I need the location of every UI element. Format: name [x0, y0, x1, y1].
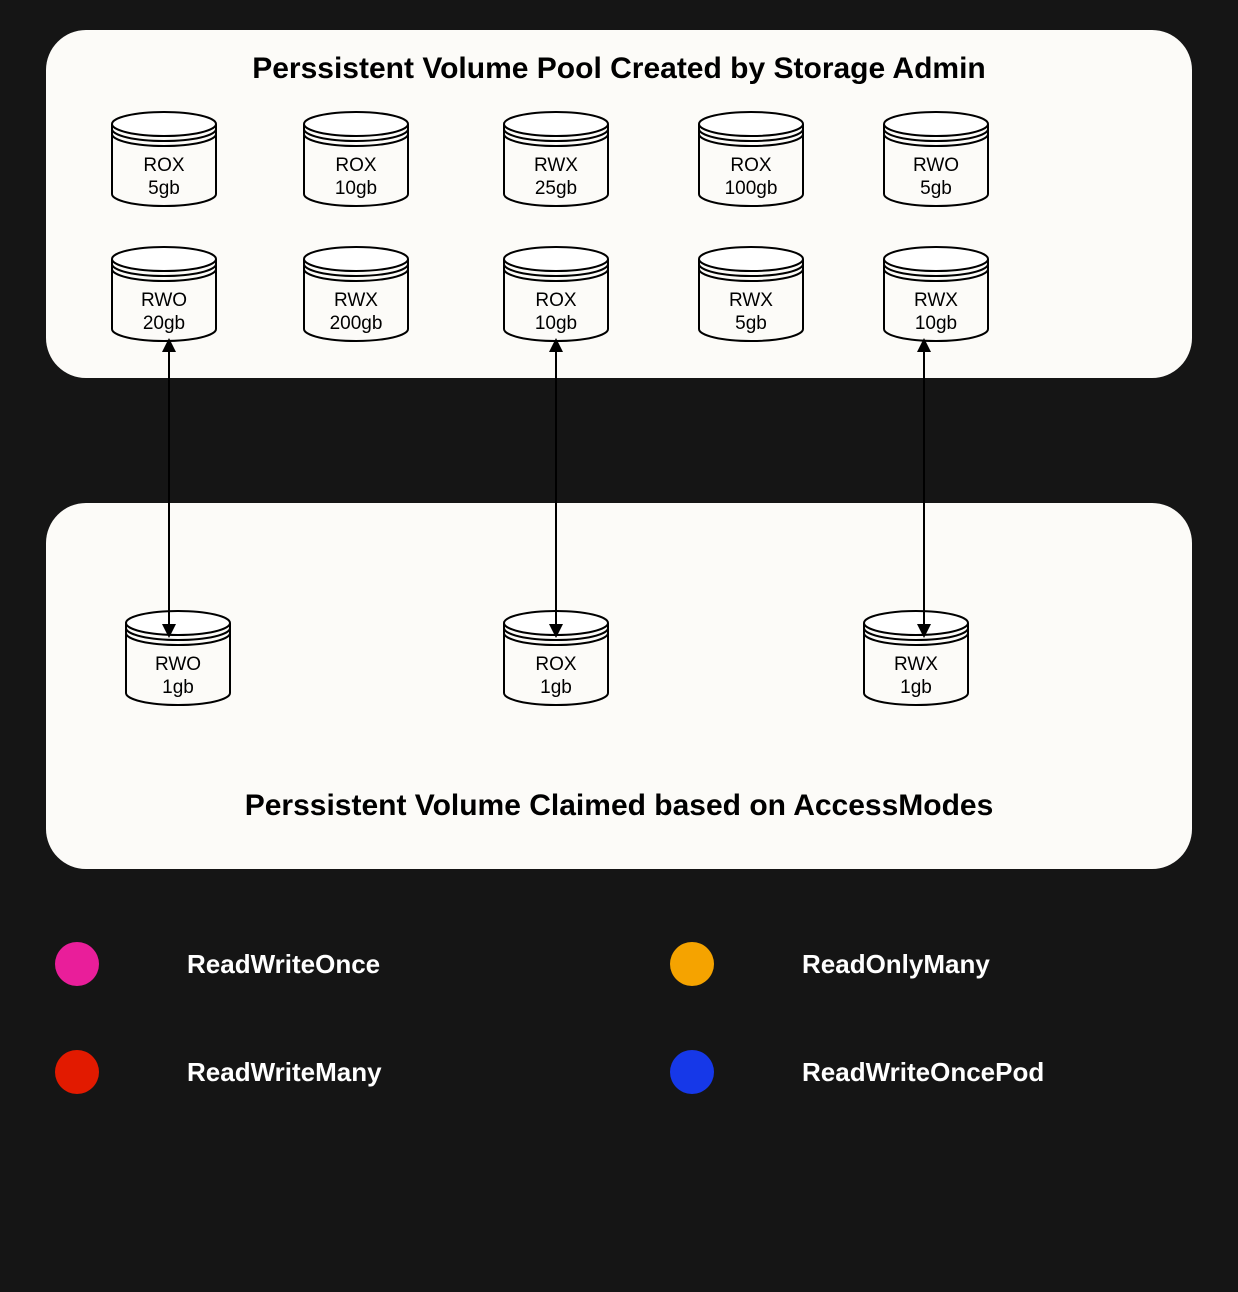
legend-label: ReadWriteOncePod [802, 1057, 1044, 1088]
legend-label: ReadOnlyMany [802, 949, 990, 980]
pv-mode: RWX [729, 290, 773, 311]
pv-size: 10gb [535, 313, 577, 334]
legend-item: ReadOnlyMany [670, 942, 990, 986]
arrow-head-down-icon [549, 624, 563, 638]
arrow-head-up-icon [162, 338, 176, 352]
pv-volume: RWX200gb [301, 245, 411, 343]
pvc-title: Perssistent Volume Claimed based on Acce… [46, 789, 1192, 823]
pvc-size: 1gb [162, 677, 194, 698]
legend-item: ReadWriteMany [55, 1050, 382, 1094]
legend-item: ReadWriteOncePod [670, 1050, 1044, 1094]
arrow-head-down-icon [917, 624, 931, 638]
pvc-mode: RWO [155, 654, 201, 675]
pv-mode: RWX [334, 290, 378, 311]
binding-arrow [923, 348, 925, 628]
pvc-size: 1gb [540, 677, 572, 698]
pv-size: 10gb [915, 313, 957, 334]
arrow-head-up-icon [549, 338, 563, 352]
pv-volume: ROX100gb [696, 110, 806, 208]
pv-pool-title: Perssistent Volume Pool Created by Stora… [46, 52, 1192, 86]
legend-swatch [55, 942, 99, 986]
pvc-mode: RWX [894, 654, 938, 675]
legend-label: ReadWriteOnce [187, 949, 380, 980]
pvc-volume: RWX1gb [861, 609, 971, 707]
pv-volume: ROX5gb [109, 110, 219, 208]
pv-size: 5gb [148, 178, 180, 199]
pv-mode: ROX [535, 290, 576, 311]
pv-size: 100gb [725, 178, 778, 199]
pv-mode: ROX [730, 155, 771, 176]
pvc-size: 1gb [900, 677, 932, 698]
pv-mode: RWX [914, 290, 958, 311]
pvc-panel: RWO1gb ROX1gb RWX1gb Perssistent Volume … [46, 503, 1192, 869]
pv-mode: RWO [141, 290, 187, 311]
pv-volume: RWX10gb [881, 245, 991, 343]
arrow-head-down-icon [162, 624, 176, 638]
legend-swatch [55, 1050, 99, 1094]
pv-size: 200gb [330, 313, 383, 334]
arrow-head-up-icon [917, 338, 931, 352]
pv-volume: RWO20gb [109, 245, 219, 343]
pv-mode: RWX [534, 155, 578, 176]
pv-size: 25gb [535, 178, 577, 199]
pv-mode: ROX [143, 155, 184, 176]
pv-mode: ROX [335, 155, 376, 176]
pv-volume: ROX10gb [501, 245, 611, 343]
pv-volume: RWO5gb [881, 110, 991, 208]
pv-size: 10gb [335, 178, 377, 199]
pvc-mode: ROX [535, 654, 576, 675]
pv-size: 5gb [920, 178, 952, 199]
pv-pool-panel: Perssistent Volume Pool Created by Stora… [46, 30, 1192, 378]
legend-swatch [670, 1050, 714, 1094]
binding-arrow [168, 348, 170, 628]
binding-arrow [555, 348, 557, 628]
pvc-volume: RWO1gb [123, 609, 233, 707]
pv-volume: RWX25gb [501, 110, 611, 208]
legend-label: ReadWriteMany [187, 1057, 382, 1088]
legend-item: ReadWriteOnce [55, 942, 380, 986]
legend-swatch [670, 942, 714, 986]
pv-volume: RWX5gb [696, 245, 806, 343]
pv-size: 20gb [143, 313, 185, 334]
pv-size: 5gb [735, 313, 767, 334]
pv-mode: RWO [913, 155, 959, 176]
pv-volume: ROX10gb [301, 110, 411, 208]
